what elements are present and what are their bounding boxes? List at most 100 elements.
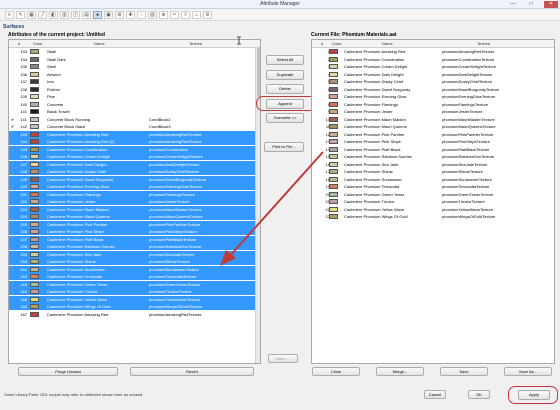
table-row[interactable]: 15 Cashmere Phomium Rainbow Sunrise phomiu… [312, 153, 554, 160]
table-row[interactable]: 4Cashmere Phomium Dark DelightphomiumDar… [312, 71, 554, 78]
mep-icon[interactable]: ⊞ [115, 11, 124, 19]
table-row[interactable]: 154 Cashmere Phomium Maori Queens phomiumM… [9, 213, 260, 220]
table-row[interactable]: ✔ 142 Concrete Block Stack CondBlock3 [9, 123, 260, 130]
col-texture[interactable]: Texture [477, 41, 490, 46]
project-attributes-list[interactable]: # Color Name Texture 133 Slate 134 Slate Da… [8, 39, 261, 364]
line-icon[interactable]: ╱ [38, 11, 47, 19]
pen-icon[interactable]: ✎ [16, 11, 25, 19]
table-row[interactable]: 19 Cashmere Phomium Terracotta phomiumTerr… [312, 183, 554, 190]
table-row[interactable]: 151 Cashmere Phomium Flamingo phomiumFlami… [9, 190, 260, 198]
maximize-button[interactable]: □ [524, 1, 538, 8]
table-row[interactable]: 12 Cashmere Phomium Pink Panther phomiumPi… [312, 131, 554, 138]
close-window-button[interactable]: ✕ [544, 1, 558, 8]
table-row[interactable]: 20 Cashmere Phomium Green Tenax phomiumGre… [312, 191, 554, 198]
delete-button[interactable]: Delete [266, 84, 304, 94]
col-num[interactable]: # [18, 41, 20, 46]
zones-icon[interactable]: ◌ [137, 11, 146, 19]
col-color[interactable]: Color [33, 41, 43, 46]
table-row[interactable]: 138 Rubber [9, 86, 260, 93]
table-row[interactable]: 148 Cashmere Phomium Dusky Chief phomiumDu… [9, 168, 260, 175]
table-row[interactable]: 13 Cashmere Phomium Pink Stripe phomiumPin… [312, 138, 554, 145]
table-row[interactable]: 163 Cashmere Phomium Green Tenax phomiumGr… [9, 280, 260, 288]
ok-button[interactable]: OK [468, 390, 490, 399]
table-row[interactable]: 16 Cashmere Phomium Sea Jade phomiumSeaJad… [312, 161, 554, 168]
save-as-button[interactable]: Save As... [504, 367, 552, 376]
col-name[interactable]: Name [382, 41, 393, 46]
table-row[interactable]: 155 Cashmere Phomium Pink Panther phomiumP… [9, 220, 260, 228]
table-row[interactable]: 135 Steel [9, 63, 260, 70]
table-row[interactable]: 143 Cashmere Phomium Amazing Red phomiumAm… [9, 130, 260, 138]
table-row[interactable]: 5Cashmere Phomium Dusky ChiefphomiumDusk… [312, 78, 554, 85]
city-icon[interactable]: ▨ [148, 11, 157, 19]
table-row[interactable]: 7Cashmere Phomium Evening GlowphomiumEve… [312, 93, 554, 100]
minimize-button[interactable]: — [506, 1, 520, 8]
table-row[interactable]: 137 Iron [9, 78, 260, 85]
settings-icon[interactable]: ⚙ [203, 11, 212, 19]
file-attributes-list[interactable]: # Color Name Texture 1Cashmere Phomium A… [311, 39, 555, 364]
table-row[interactable]: 152 Cashmere Phomium Jester phomiumJesterT… [9, 198, 260, 205]
table-row[interactable]: 161 Cashmere Phomium Sundowner phomiumSund… [9, 265, 260, 273]
save-button[interactable]: Save [440, 367, 488, 376]
col-num[interactable]: # [321, 41, 323, 46]
table-row[interactable]: 17 Cashmere Phomium Shiraz phomiumShirazTe… [312, 168, 554, 175]
table-row[interactable]: 145 Cashmere Phomium Coordination phomiumC… [9, 145, 260, 153]
table-row[interactable]: 147 Cashmere Phomium Dark Delight phomiumD… [9, 160, 260, 168]
apply-button[interactable]: Apply [518, 390, 550, 400]
surface-icon[interactable]: ◈ [93, 11, 102, 19]
table-row[interactable]: 156 Cashmere Phomium Pink Stripe phomiumPi… [9, 228, 260, 235]
table-row[interactable]: 11 Cashmere Phomium Maori Queens phomiumMa… [312, 123, 554, 130]
table-row[interactable]: 9Cashmere Phomium JesterphomiumJesterTex… [312, 108, 554, 115]
col-name[interactable]: Name [94, 41, 105, 46]
table-row[interactable]: 14 Cashmere Phomium Platt Black phomiumPla… [312, 146, 554, 153]
revert-button[interactable]: Revert [130, 367, 254, 376]
table-row[interactable]: 21 Cashmere Phomium Tricolor phomiumTricol… [312, 198, 554, 205]
table-row[interactable]: 1Cashmere Phomium Amazing RedphomiumAmaz… [312, 48, 554, 55]
table-row[interactable]: 10 Cashmere Phomium Maori Maiden phomiumMa… [312, 116, 554, 123]
table-row[interactable]: 133 Slate [9, 48, 260, 55]
overwrite-button[interactable]: Overwrite >> [266, 113, 304, 123]
table-row[interactable]: 157 Cashmere Phomium Platt Black phomiumPl… [9, 235, 260, 243]
profile-icon[interactable]: ◫ [71, 11, 80, 19]
cut-icon[interactable]: ✂ [170, 11, 179, 19]
table-row[interactable]: 158 Cashmere Phomium Rainbow Sunrise phomi… [9, 243, 260, 250]
select-all-button[interactable]: Select All [266, 55, 304, 65]
table-row[interactable]: 140 Concrete [9, 101, 260, 108]
table-row[interactable]: 160 Cashmere Phomium Shiraz phomiumShirazT… [9, 258, 260, 265]
table-row[interactable]: 162 Cashmere Phomium Terracotta phomiumTer… [9, 273, 260, 280]
table-row[interactable]: 144 Cashmere Phomium Amazing Red (2) phomi… [9, 138, 260, 145]
col-texture[interactable]: Texture [189, 41, 202, 46]
fill-icon[interactable]: ▦ [27, 11, 36, 19]
table-row[interactable]: 22 Cashmere Phomium Yellow Wave phomiumYel… [312, 206, 554, 213]
purge-unused-button[interactable]: Purge Unused [18, 367, 118, 376]
tag-icon[interactable]: ⌂ [192, 11, 201, 19]
table-row[interactable]: 139 Pine [9, 93, 260, 100]
table-row[interactable]: 136 Almond [9, 71, 260, 78]
style-icon[interactable]: ◊ [181, 11, 190, 19]
left-scrollbar-thumb[interactable] [257, 47, 260, 97]
table-row[interactable]: 23 Cashmere Phomium Wings Of Gold phomiumW… [312, 213, 554, 220]
table-row[interactable]: 146 Cashmere Phomium Cream Delight phomium… [9, 153, 260, 160]
material-icon[interactable]: ◧ [49, 11, 58, 19]
table-row[interactable]: 159 Cashmere Phomium Sea Jade phomiumSeaJa… [9, 250, 260, 258]
composite-icon[interactable]: ▤ [82, 11, 91, 19]
table-row[interactable]: 134 Slate Dark [9, 56, 260, 63]
table-row[interactable]: 164 Cashmere Phomium Tricolor phomiumTrico… [9, 288, 260, 295]
building-material-icon[interactable]: ▣ [104, 11, 113, 19]
table-row[interactable]: ✔ 141 Concrete Block Running CondBlock2 [9, 116, 260, 123]
markup-icon[interactable]: ✚ [126, 11, 135, 19]
table-row[interactable]: 18 Cashmere Phomium Sundowner phomiumSundo… [312, 176, 554, 183]
zone-icon[interactable]: ▥ [60, 11, 69, 19]
table-row[interactable]: 166 Cashmere Phomium Wings Of Gold phomium… [9, 303, 260, 310]
table-row[interactable]: 141 Black Trowel [9, 108, 260, 115]
close-file-button[interactable]: Close [312, 367, 360, 376]
layers-icon[interactable]: ≡ [5, 11, 14, 19]
table-row[interactable]: 149 Cashmere Phomium Dwarf Burgundy phomiu… [9, 175, 260, 183]
table-row[interactable]: 6Cashmere Phomium Dwarf BurgundyphomiumD… [312, 86, 554, 93]
cancel-button[interactable]: Cancel [424, 390, 446, 399]
append-button[interactable]: Append [266, 99, 304, 109]
merge-button[interactable]: Merge... [376, 367, 424, 376]
table-row[interactable]: 3Cashmere Phomium Cream DelightphomiumCr… [312, 63, 554, 70]
duplicate-button[interactable]: Duplicate [266, 70, 304, 80]
operation-icon[interactable]: ⊕ [159, 11, 168, 19]
table-row[interactable]: 150 Cashmere Phomium Evening Glow phomiumE… [9, 183, 260, 190]
